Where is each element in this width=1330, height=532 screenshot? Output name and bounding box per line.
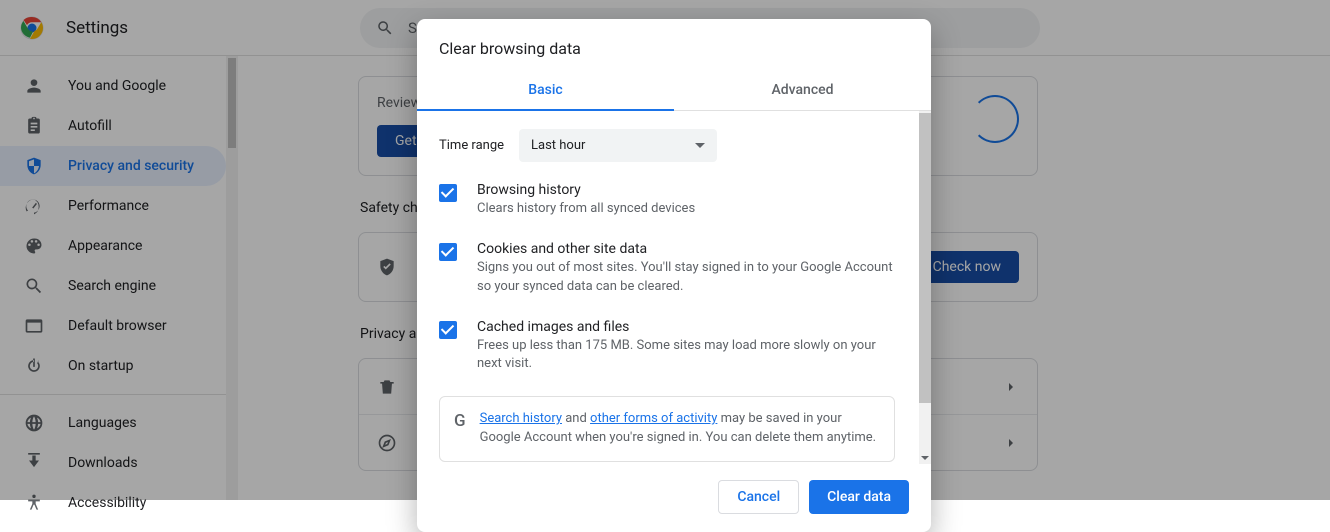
option-title: Cached images and files <box>477 319 895 335</box>
other-activity-link[interactable]: other forms of activity <box>590 411 717 426</box>
option-sub: Signs you out of most sites. You'll stay… <box>477 259 895 297</box>
checkbox-checked-icon[interactable] <box>439 184 457 202</box>
cancel-button[interactable]: Cancel <box>718 480 799 514</box>
option-title: Cookies and other site data <box>477 241 895 257</box>
clear-data-button[interactable]: Clear data <box>809 480 909 514</box>
dialog-scrollbar[interactable] <box>919 111 931 464</box>
clear-browsing-data-dialog: Clear browsing data Basic Advanced Time … <box>417 19 931 532</box>
checkbox-checked-icon[interactable] <box>439 243 457 261</box>
info-banner: G Search history and other forms of acti… <box>439 396 895 462</box>
option-sub: Clears history from all synced devices <box>477 200 695 219</box>
option-cached[interactable]: Cached images and files Frees up less th… <box>439 319 909 375</box>
time-range-select[interactable]: Last hour <box>519 129 717 162</box>
dialog-title: Clear browsing data <box>417 19 931 72</box>
tab-advanced[interactable]: Advanced <box>674 72 931 110</box>
option-browsing-history[interactable]: Browsing history Clears history from all… <box>439 182 909 219</box>
dialog-footer: Cancel Clear data <box>417 464 931 532</box>
option-sub: Frees up less than 175 MB. Some sites ma… <box>477 337 895 375</box>
dialog-body: Time range Last hour Browsing history Cl… <box>417 111 931 464</box>
google-g-icon: G <box>454 411 466 431</box>
search-history-link[interactable]: Search history <box>480 411 562 426</box>
time-range-label: Time range <box>439 138 519 153</box>
tab-basic[interactable]: Basic <box>417 72 674 110</box>
info-text: Search history and other forms of activi… <box>480 410 880 448</box>
option-cookies[interactable]: Cookies and other site data Signs you ou… <box>439 241 909 297</box>
option-title: Browsing history <box>477 182 695 198</box>
dialog-tabs: Basic Advanced <box>417 72 931 111</box>
checkbox-checked-icon[interactable] <box>439 321 457 339</box>
